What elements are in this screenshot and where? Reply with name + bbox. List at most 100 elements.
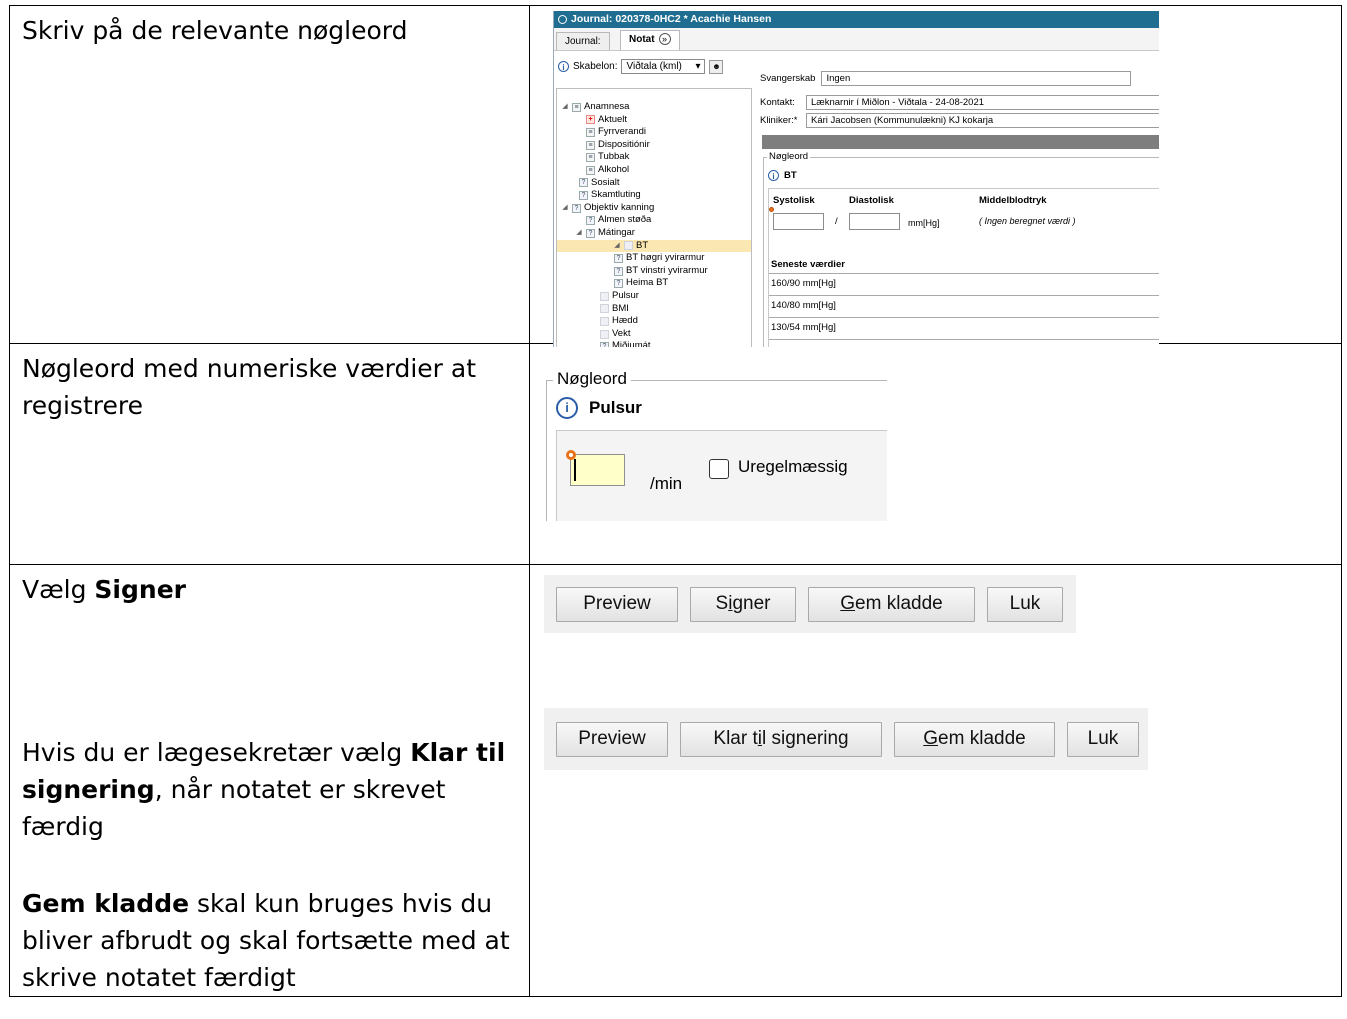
preview-button[interactable]: Preview: [556, 721, 668, 757]
expand-toggle-icon[interactable]: ◢: [561, 202, 569, 215]
question-icon: ?: [586, 228, 595, 238]
tree-item-label: Mátingar: [598, 227, 635, 238]
tab-notat[interactable]: Notat»: [620, 30, 680, 50]
instruction-table: Skriv på de relevante nøgleord Journal: …: [9, 5, 1342, 997]
instruction-text: Gem kladde skal kun bruges hvis du blive…: [22, 889, 510, 992]
gem-kladde-button[interactable]: Gem kladde: [808, 586, 975, 622]
noegleord-group: Nøgleord i BT Systolisk Diastolisk Midde…: [763, 151, 1159, 347]
bt-panel: Systolisk Diastolisk Middelblodtryk / mm…: [768, 188, 1159, 347]
noegleord-legend: Nøgleord: [767, 151, 811, 162]
tree-item[interactable]: ? Heima BT: [603, 277, 668, 290]
instruction-cell: Nøgleord med numeriske værdier at regist…: [9, 343, 530, 565]
kontakt-row: Kontakt: Læknarnir í Miðlon - Viðtala - …: [760, 95, 1159, 110]
required-icon: [769, 207, 774, 212]
tree-item[interactable]: ≡ Dispositiónir: [575, 139, 650, 152]
required-icon: [566, 450, 576, 460]
bt-heading: i BT: [768, 170, 797, 181]
tree-item[interactable]: ◢? Mátingar: [575, 227, 635, 240]
systolisk-input[interactable]: [773, 213, 824, 230]
expand-toggle-icon[interactable]: ◢: [613, 240, 621, 253]
journal-window: Journal: 020378-0HC2 * Acachie Hansen Jo…: [553, 11, 1159, 347]
luk-button[interactable]: Luk: [1067, 721, 1139, 757]
template-tree: ◢ ≡ Anamnesa + Aktuelt ≡ Fyrrverandi ≡ Dispositi…: [556, 88, 752, 347]
info-icon[interactable]: i: [768, 170, 779, 181]
question-icon: ?: [614, 266, 623, 276]
tree-item[interactable]: ? BT høgri yvirarmur: [603, 252, 704, 265]
skabelon-select[interactable]: Viðtala (kml) ▾: [621, 59, 706, 74]
tree-item[interactable]: ? Sosialt: [568, 177, 620, 190]
tree-item-label: Tubbak: [598, 151, 630, 163]
tree-item[interactable]: ≡ Alkohol: [575, 164, 629, 177]
tree-item-label: Vekt: [612, 327, 631, 339]
skabelon-label: Skabelon:: [573, 61, 618, 72]
window-title: Journal: 020378-0HC2 * Acachie Hansen: [571, 13, 772, 25]
screenshot-cell: Preview Si gner Gem kladde Luk Preview Kl…: [529, 564, 1342, 997]
double-chevron-icon[interactable]: »: [658, 33, 671, 45]
info-icon[interactable]: i: [558, 61, 569, 72]
pulsur-input[interactable]: [570, 454, 625, 486]
note-panel: Svangerskab Ingen Kontakt: Læknarnir í M…: [760, 11, 1159, 347]
document-icon: ≡: [586, 153, 595, 163]
tree-item-label: Hædd: [612, 315, 638, 327]
tree-item[interactable]: Vekt: [589, 328, 631, 341]
expand-toggle-icon[interactable]: ◢: [575, 227, 583, 240]
preview-button[interactable]: Preview: [556, 586, 678, 622]
diastolisk-input[interactable]: [849, 213, 900, 230]
tree-item-label: BT vinstri yvirarmur: [626, 264, 708, 276]
skabelon-row: i Skabelon: Viðtala (kml) ▾ ☻: [558, 59, 724, 74]
tree-item-label: Heima BT: [626, 277, 669, 289]
question-icon: ?: [572, 203, 581, 213]
text-cursor: [574, 459, 576, 481]
uregelmaessig-checkbox[interactable]: [709, 459, 729, 479]
klar-til-signering-button[interactable]: Klar til signering: [680, 721, 882, 757]
tree-item[interactable]: ≡ Fyrrverandi: [575, 126, 646, 139]
tree-item[interactable]: ? BT vinstri yvirarmur: [603, 265, 708, 278]
pulsur-input-area: /min Uregelmæssig: [556, 430, 887, 521]
tree-item-label: Skamtluting: [591, 189, 641, 201]
kliniker-field[interactable]: Kári Jacobsen (Kommunulækni) KJ kokarja: [806, 113, 1159, 128]
tree-item[interactable]: Hædd: [589, 315, 638, 328]
tree-item-label: Anamnesa: [584, 101, 630, 112]
kliniker-row: Kliniker:* Kári Jacobsen (Kommunulækni) …: [760, 113, 1159, 128]
divider-bar: [762, 135, 1159, 149]
kontakt-field[interactable]: Læknarnir í Miðlon - Viðtala - 24-08-202…: [806, 95, 1159, 110]
tree-item[interactable]: ≡ Tubbak: [575, 151, 629, 164]
tree-item-label: BMI: [612, 302, 629, 314]
tree-item[interactable]: + Aktuelt: [575, 114, 627, 127]
svangerskab-field[interactable]: Ingen: [821, 71, 1132, 86]
signer-button[interactable]: Si gner: [690, 586, 796, 622]
checkbox-label: Uregelmæssig: [738, 457, 848, 476]
luk-button[interactable]: Luk: [987, 586, 1063, 622]
tree-item[interactable]: ? Almen støða: [575, 214, 651, 227]
keyword-icon: [624, 241, 633, 251]
tree-item[interactable]: ◢? Objektiv kanning: [561, 202, 654, 215]
tree-item[interactable]: ? Skamtluting: [568, 189, 641, 202]
list-item: 130/54 mm[Hg]: [769, 317, 1159, 338]
diastolisk-label: Diastolisk: [849, 195, 894, 206]
tree-item-label: Sosialt: [591, 176, 620, 188]
expand-toggle-icon[interactable]: ◢: [561, 101, 569, 114]
screenshot-cell: Nøgleord i Pulsur /min Uregelmæssig: [529, 343, 1342, 565]
info-icon[interactable]: i: [556, 397, 578, 419]
tree-item-label: Almen støða: [598, 214, 652, 226]
person-icon[interactable]: ☻: [709, 59, 724, 74]
button-bar: Preview Klar til signering Gem kladde Lu…: [544, 708, 1148, 770]
question-icon: ?: [586, 216, 595, 226]
unit-label: mm[Hg]: [908, 218, 940, 228]
keyword-icon: [600, 304, 609, 314]
instruction-cell: Skriv på de relevante nøgleord: [9, 5, 530, 344]
tab-journal[interactable]: Journal:: [556, 32, 610, 50]
gem-kladde-button[interactable]: Gem kladde: [894, 721, 1055, 757]
document-icon: ≡: [586, 140, 595, 150]
instruction-text: Vælg Signer: [22, 575, 186, 604]
instruction-text: Hvis du er lægesekretær vælg Klar til si…: [22, 738, 506, 841]
keyword-icon: [600, 316, 609, 326]
instruction-text: Nøgleord med numeriske værdier at regist…: [22, 354, 477, 420]
tree-item[interactable]: ◢ ≡ Anamnesa: [561, 101, 629, 114]
journal-icon: [558, 15, 567, 24]
tree-item[interactable]: ◢ BT: [557, 239, 751, 253]
list-item: 140/80 mm[Hg]: [769, 295, 1159, 316]
tree-item[interactable]: Pulsur: [589, 290, 639, 303]
tree-item[interactable]: BMI: [589, 303, 629, 316]
document-icon: ≡: [586, 165, 595, 175]
